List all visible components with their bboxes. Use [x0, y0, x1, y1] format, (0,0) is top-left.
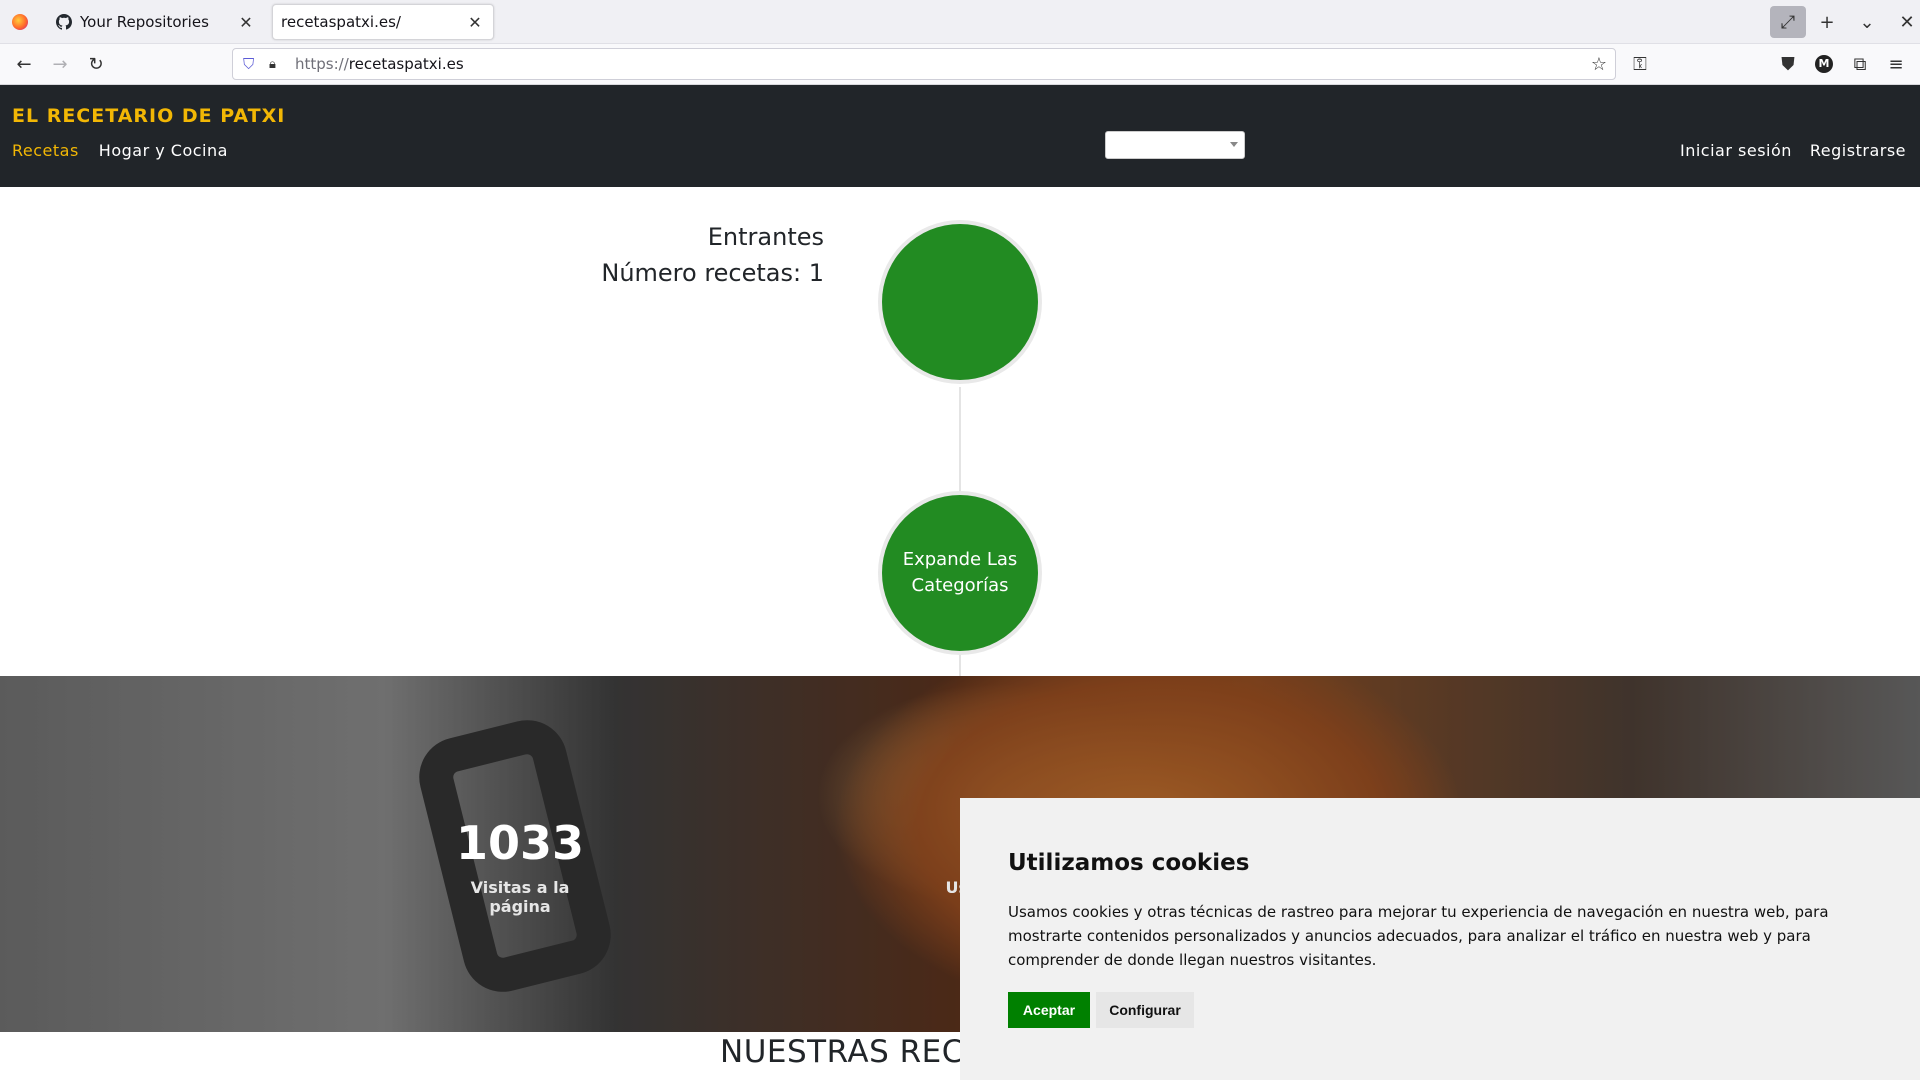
browser-nav-bar: ← → ↻ ⛉ 🔒︎ https://recetaspatxi.es ☆ ⚿ ⛊…	[0, 44, 1920, 85]
stat-value: 1033	[455, 816, 585, 870]
url-host: recetaspatxi.es	[348, 55, 464, 73]
category-count: Número recetas: 1	[601, 259, 824, 287]
tab-title: recetaspatxi.es/	[281, 13, 401, 31]
close-tab-icon[interactable]: ✕	[463, 13, 487, 32]
expand-categories-node[interactable]: Expande Las Categorías	[878, 491, 1042, 655]
close-tab-icon[interactable]: ✕	[234, 13, 258, 32]
category-node-circle	[882, 224, 1038, 380]
category-info: Entrantes Número recetas: 1	[601, 219, 824, 291]
site-header: EL RECETARIO DE PATXI Recetas Hogar y Co…	[0, 85, 1920, 187]
back-icon[interactable]: ←	[8, 48, 40, 80]
forward-icon[interactable]: →	[44, 48, 76, 80]
stat-visits: 1033 Visitas a la página	[440, 816, 600, 916]
pocket-icon[interactable]: ⛊	[1772, 48, 1804, 80]
register-link[interactable]: Registrarse	[1810, 141, 1906, 160]
github-icon	[56, 14, 72, 30]
language-select[interactable]	[1105, 131, 1245, 159]
url-bar[interactable]: ⛉ 🔒︎ https://recetaspatxi.es ☆	[232, 48, 1616, 80]
section-title: NUESTRAS RECE	[720, 1034, 984, 1070]
category-tree: Entrantes Número recetas: 1 Expande Las …	[0, 187, 1920, 677]
login-link[interactable]: Iniciar sesión	[1680, 141, 1792, 160]
fullscreen-icon[interactable]: ⤢	[1770, 6, 1806, 38]
browser-tab-bar: Your Repositories ✕ recetaspatxi.es/ ✕ ⤢…	[0, 0, 1920, 44]
stat-label: Visitas a la página	[470, 878, 570, 916]
nav-link-hogar-y-cocina[interactable]: Hogar y Cocina	[99, 141, 228, 160]
category-node[interactable]	[878, 220, 1042, 384]
url-scheme: https://	[295, 55, 349, 73]
cookie-banner: Utilizamos cookies Usamos cookies y otra…	[960, 798, 1920, 1080]
configure-cookies-button[interactable]: Configurar	[1096, 992, 1194, 1028]
auth-nav: Iniciar sesión Registrarse	[1680, 141, 1906, 160]
expand-categories-label: Expande Las Categorías	[882, 495, 1038, 651]
extensions-icon[interactable]: ⧉	[1844, 48, 1876, 80]
tab-title: Your Repositories	[80, 13, 209, 31]
site-brand[interactable]: EL RECETARIO DE PATXI	[12, 105, 285, 127]
lock-icon[interactable]: 🔒︎	[269, 57, 283, 72]
menu-icon[interactable]: ≡	[1880, 48, 1912, 80]
bookmark-star-icon[interactable]: ☆	[1591, 54, 1607, 75]
cookie-title: Utilizamos cookies	[1008, 850, 1250, 876]
close-window-icon[interactable]: ✕	[1889, 6, 1920, 38]
new-tab-icon[interactable]: +	[1809, 6, 1845, 38]
firefox-icon[interactable]	[12, 14, 28, 30]
tab-recetaspatxi[interactable]: recetaspatxi.es/ ✕	[272, 4, 494, 40]
key-icon[interactable]: ⚿	[1624, 48, 1656, 80]
account-icon[interactable]: M	[1808, 48, 1840, 80]
reload-icon[interactable]: ↻	[80, 48, 112, 80]
tracking-shield-icon[interactable]: ⛉	[243, 55, 259, 73]
tab-your-repositories[interactable]: Your Repositories ✕	[44, 4, 264, 40]
category-name: Entrantes	[707, 223, 824, 251]
site-nav: Recetas Hogar y Cocina	[12, 141, 228, 160]
chevron-down-icon	[1230, 142, 1238, 147]
nav-link-recetas[interactable]: Recetas	[12, 141, 79, 160]
list-tabs-icon[interactable]: ⌄	[1849, 6, 1885, 38]
accept-cookies-button[interactable]: Aceptar	[1008, 992, 1090, 1028]
cookie-text: Usamos cookies y otras técnicas de rastr…	[1008, 903, 1829, 969]
